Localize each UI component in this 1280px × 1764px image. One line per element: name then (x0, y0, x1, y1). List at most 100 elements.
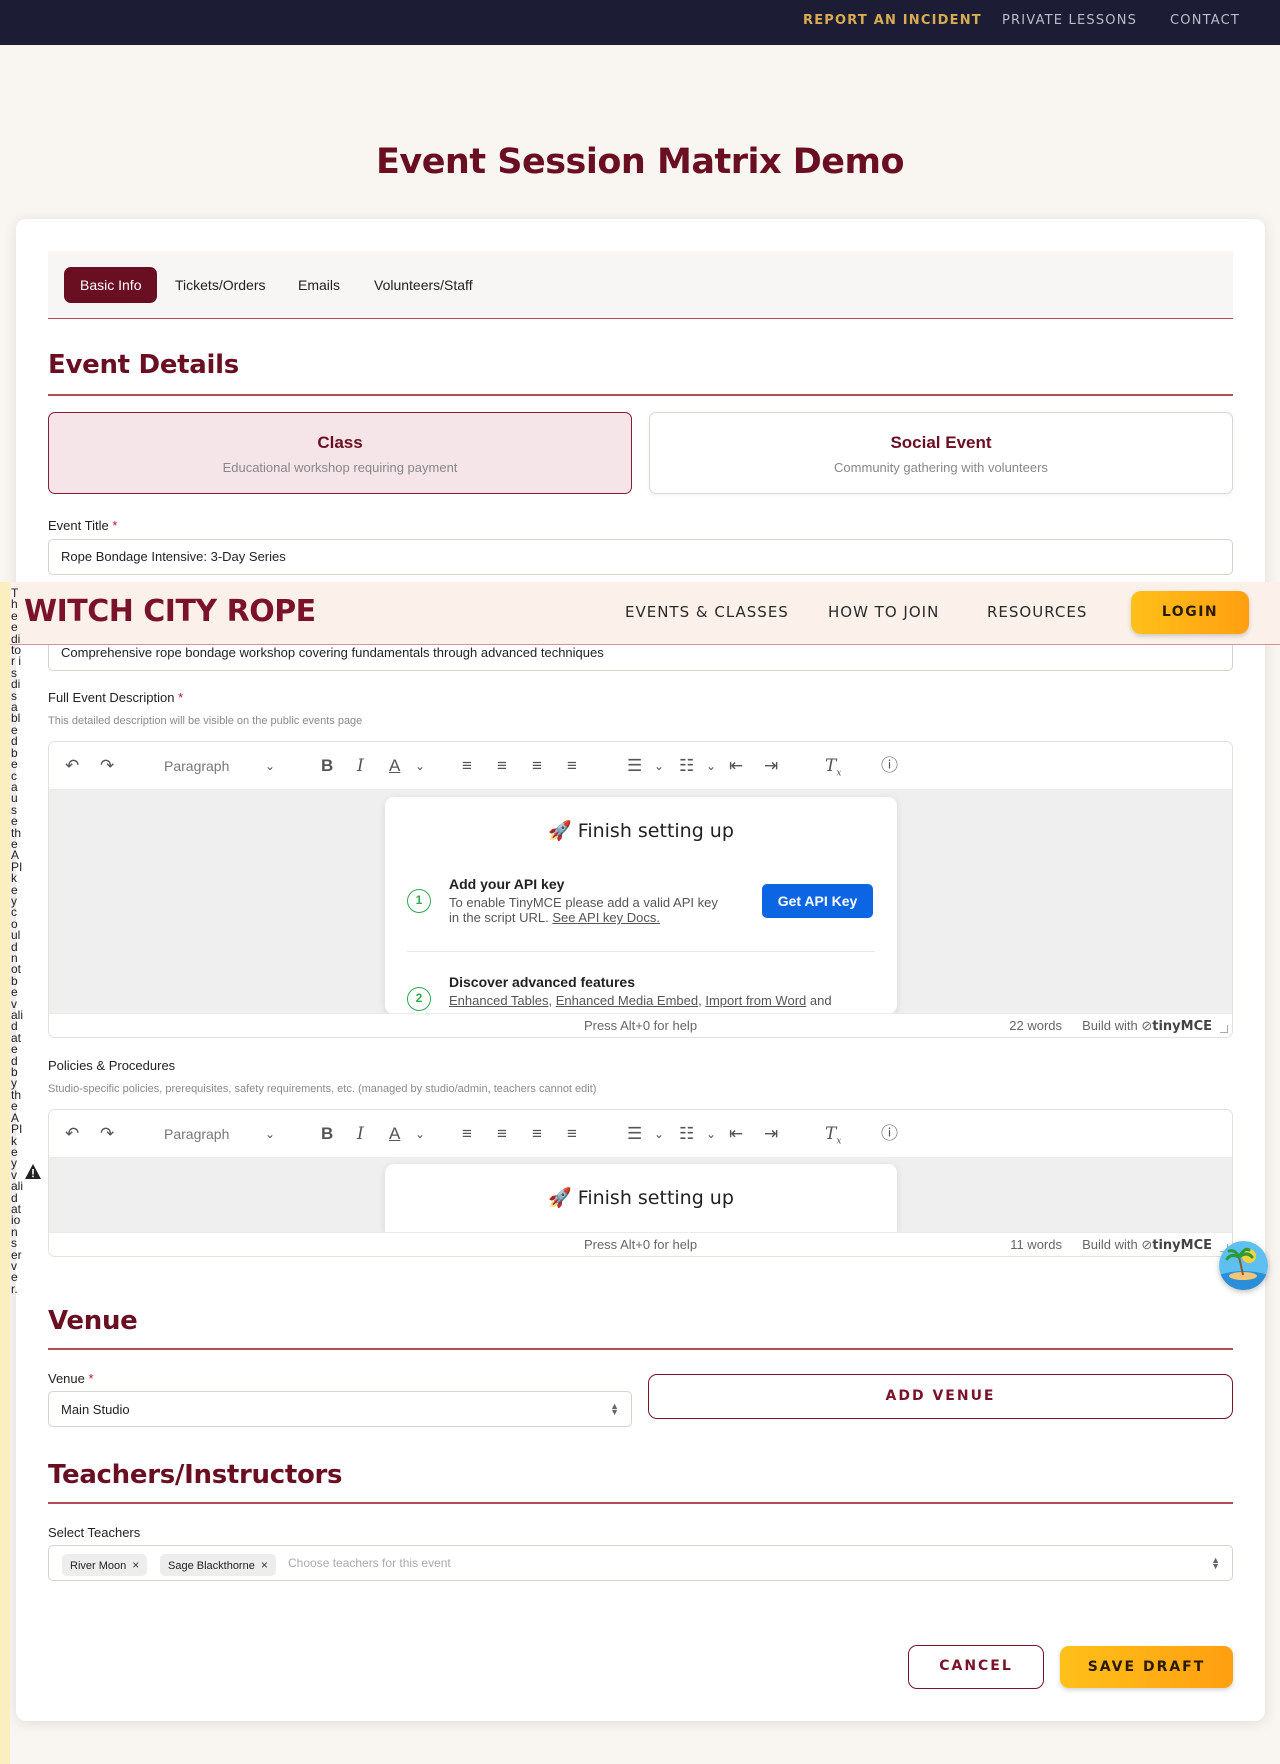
site-navbar: WITCH CITY ROPE EVENTS & CLASSES HOW TO … (10, 582, 1280, 645)
palm-island-avatar-icon[interactable] (1219, 1241, 1268, 1290)
tinymce-setup-card: 🚀 Finish setting up (385, 1164, 897, 1234)
step-title: Add your API key (449, 876, 565, 892)
chevron-down-icon[interactable]: ⌄ (706, 754, 716, 778)
tab-volunteers-staff[interactable]: Volunteers/Staff (358, 267, 489, 303)
teachers-placeholder: Choose teachers for this event (288, 1556, 451, 1570)
event-type-social-card[interactable]: Social Event Community gathering with vo… (649, 412, 1233, 494)
tinymce-logo-icon: ⊘ (1141, 1237, 1153, 1252)
api-key-error-message: The editor is disabled because the API k… (11, 586, 24, 1296)
clear-format-icon[interactable]: Tx (825, 1122, 841, 1153)
align-justify-icon[interactable]: ≡ (567, 1122, 577, 1146)
align-left-icon[interactable]: ≡ (462, 1122, 472, 1146)
redo-icon[interactable]: ↷ (100, 754, 114, 778)
word-count[interactable]: 22 words (1009, 1018, 1062, 1033)
private-lessons-link[interactable]: PRIVATE LESSONS (1002, 13, 1137, 28)
chevron-down-icon[interactable]: ⌄ (415, 754, 425, 778)
step-description: Enhanced Tables, Enhanced Media Embed, I… (449, 993, 832, 1008)
site-brand-logo[interactable]: WITCH CITY ROPE (24, 594, 316, 629)
block-format-select[interactable]: Paragraph (164, 1122, 229, 1146)
chevron-down-icon[interactable]: ⌄ (415, 1122, 425, 1146)
tab-basic-info[interactable]: Basic Info (64, 267, 158, 303)
venue-heading: Venue (48, 1306, 138, 1336)
event-type-title: Social Event (890, 433, 992, 452)
text-color-icon[interactable]: A (389, 1122, 400, 1146)
tab-emails[interactable]: Emails (282, 267, 356, 303)
chevron-down-icon[interactable]: ⌄ (706, 1122, 716, 1146)
redo-icon[interactable]: ↷ (100, 1122, 114, 1146)
save-draft-button[interactable]: SAVE DRAFT (1060, 1646, 1233, 1688)
full-description-label: Full Event Description * (48, 690, 183, 705)
clear-format-icon[interactable]: Tx (825, 754, 841, 785)
cancel-button[interactable]: CANCEL (908, 1645, 1044, 1689)
tinymce-logo-icon: ⊘ (1141, 1018, 1153, 1033)
add-venue-button[interactable]: ADD VENUE (648, 1374, 1233, 1419)
get-api-key-button[interactable]: Get API Key (762, 884, 873, 918)
italic-icon[interactable]: I (357, 1122, 364, 1146)
undo-icon[interactable]: ↶ (65, 754, 79, 778)
bullet-list-icon[interactable]: ☰ (627, 1122, 642, 1146)
chevron-down-icon[interactable]: ⌄ (654, 754, 664, 778)
block-format-select[interactable]: Paragraph (164, 754, 229, 778)
login-button[interactable]: LOGIN (1131, 591, 1249, 634)
help-icon[interactable]: ⓘ (881, 1122, 898, 1146)
indent-icon[interactable]: ⇥ (764, 754, 778, 778)
nav-how-to-join[interactable]: HOW TO JOIN (828, 603, 939, 621)
build-with-text: Build with (1082, 1018, 1138, 1033)
bullet-list-icon[interactable]: ☰ (627, 754, 642, 778)
help-icon[interactable]: ⓘ (881, 754, 898, 778)
editor-content-area[interactable]: 🚀 Finish setting up (49, 1158, 1232, 1234)
outdent-icon[interactable]: ⇤ (729, 754, 743, 778)
editor-content-area[interactable]: 🚀 Finish setting up 1 Add your API key T… (49, 790, 1232, 1014)
nav-resources[interactable]: RESOURCES (987, 603, 1087, 621)
align-justify-icon[interactable]: ≡ (567, 754, 577, 778)
event-type-class-card[interactable]: Class Educational workshop requiring pay… (48, 412, 632, 494)
align-left-icon[interactable]: ≡ (462, 754, 472, 778)
align-right-icon[interactable]: ≡ (532, 754, 542, 778)
step-text-tail: and (809, 993, 832, 1008)
section-divider (48, 394, 1233, 396)
text-color-icon[interactable]: A (389, 754, 400, 778)
bold-icon[interactable]: B (321, 1122, 333, 1146)
remove-chip-icon[interactable]: × (132, 1558, 139, 1572)
resize-handle-icon[interactable] (1220, 1025, 1228, 1033)
api-key-docs-link[interactable]: See API key Docs. (552, 910, 660, 925)
warning-icon (25, 1164, 41, 1179)
import-word-link[interactable]: Import from Word (705, 993, 806, 1008)
tinymce-branding[interactable]: Build with ⊘tinyMCE (1082, 1237, 1212, 1253)
chevron-down-icon[interactable]: ⌄ (265, 1122, 275, 1146)
align-right-icon[interactable]: ≡ (532, 1122, 542, 1146)
tinymce-brand: tinyMCE (1152, 1019, 1212, 1034)
bold-icon[interactable]: B (321, 754, 333, 778)
page-title: Event Session Matrix Demo (375, 142, 905, 182)
outdent-icon[interactable]: ⇤ (729, 1122, 743, 1146)
indent-icon[interactable]: ⇥ (764, 1122, 778, 1146)
undo-icon[interactable]: ↶ (65, 1122, 79, 1146)
align-center-icon[interactable]: ≡ (497, 1122, 507, 1146)
teacher-chip: Sage Blackthorne × (160, 1554, 276, 1576)
word-count[interactable]: 11 words (1010, 1237, 1062, 1252)
select-chevron-icon: ▲ ▼ (610, 1401, 619, 1417)
event-title-input[interactable]: Rope Bondage Intensive: 3-Day Series (48, 539, 1233, 575)
numbered-list-icon[interactable]: ☷ (679, 754, 694, 778)
step-number: 1 (407, 889, 431, 913)
contact-link[interactable]: CONTACT (1170, 13, 1240, 28)
italic-icon[interactable]: I (357, 754, 364, 778)
nav-events-classes[interactable]: EVENTS & CLASSES (625, 603, 789, 621)
remove-chip-icon[interactable]: × (261, 1558, 268, 1572)
section-divider (48, 1348, 1233, 1350)
enhanced-media-link[interactable]: Enhanced Media Embed (556, 993, 698, 1008)
report-incident-link[interactable]: REPORT AN INCIDENT (803, 13, 982, 28)
policies-hint: Studio-specific policies, prerequisites,… (48, 1083, 597, 1095)
numbered-list-icon[interactable]: ☷ (679, 1122, 694, 1146)
setup-title: 🚀 Finish setting up (548, 820, 734, 842)
tinymce-branding[interactable]: Build with ⊘tinyMCE (1082, 1018, 1212, 1034)
venue-select[interactable]: Main Studio ▲ ▼ (48, 1391, 632, 1427)
setup-divider (407, 951, 875, 952)
tab-tickets-orders[interactable]: Tickets/Orders (159, 267, 282, 303)
enhanced-tables-link[interactable]: Enhanced Tables (449, 993, 549, 1008)
align-center-icon[interactable]: ≡ (497, 754, 507, 778)
chevron-down-icon[interactable]: ⌄ (654, 1122, 664, 1146)
tinymce-brand: tinyMCE (1152, 1238, 1212, 1253)
full-description-hint: This detailed description will be visibl… (48, 715, 363, 727)
chevron-down-icon[interactable]: ⌄ (265, 754, 275, 778)
